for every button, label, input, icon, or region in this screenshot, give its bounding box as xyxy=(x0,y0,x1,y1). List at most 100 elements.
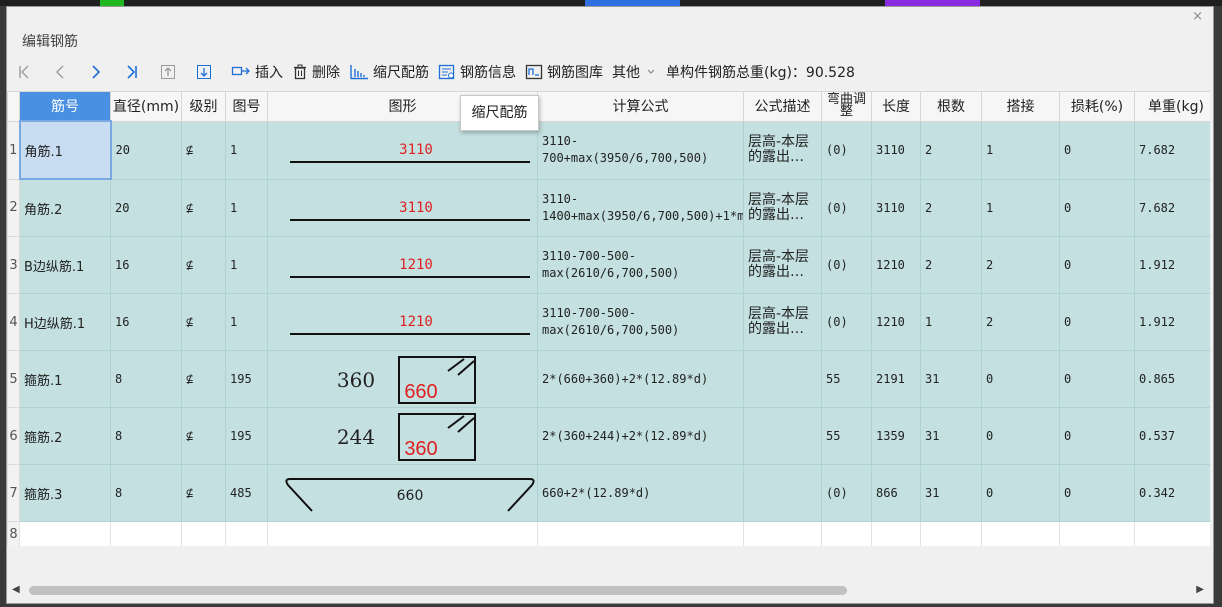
loss-cell[interactable]: 0 xyxy=(1059,464,1135,522)
table-row[interactable]: 2 角筋.2 20 ⊈ 1 3110 3110-1400+max(3950/6,… xyxy=(7,178,1210,237)
header-cell[interactable]: 直径(mm) xyxy=(110,91,182,122)
lap-cell[interactable]: 2 xyxy=(981,236,1060,294)
grade-cell[interactable]: ⊈ xyxy=(181,236,226,294)
loss-cell[interactable]: 0 xyxy=(1059,236,1135,294)
length-cell[interactable]: 1210 xyxy=(871,236,921,294)
formula-cell[interactable]: 3110-700-500-max(2610/6,700,500) xyxy=(537,236,744,294)
table-row[interactable]: 6 箍筋.2 8 ⊈ 195 244 360 2*(360+244)+2*(12… xyxy=(7,407,1210,465)
rebar-name-cell[interactable]: 箍筋.2 xyxy=(19,407,111,465)
rebar-name-cell[interactable]: 角筋.1 xyxy=(18,120,112,180)
table-row[interactable]: 7 箍筋.3 8 ⊈ 485 660 660+2*(12.89*d) (0) 8… xyxy=(7,464,1210,522)
scroll-right-icon[interactable]: ▶ xyxy=(1196,584,1204,595)
length-cell[interactable]: 866 xyxy=(871,464,921,522)
header-cell[interactable]: 损耗(%) xyxy=(1059,91,1135,122)
figure-number-cell[interactable]: 485 xyxy=(225,464,268,522)
formula-description-cell[interactable] xyxy=(743,350,822,408)
shape-cell[interactable]: 360 660 xyxy=(267,350,538,408)
formula-cell[interactable]: 3110-700-500-max(2610/6,700,500) xyxy=(537,293,744,351)
rebar-library-button[interactable]: 钢筋图库 xyxy=(525,62,603,82)
move-down-button[interactable] xyxy=(195,64,217,80)
empty-cell[interactable] xyxy=(1059,521,1135,546)
table-row[interactable]: 5 箍筋.1 8 ⊈ 195 360 660 2*(660+360)+2*(12… xyxy=(7,350,1210,408)
first-record-button[interactable] xyxy=(15,64,37,80)
diameter-cell[interactable]: 16 xyxy=(110,293,182,351)
figure-number-cell[interactable]: 1 xyxy=(225,293,268,351)
length-cell[interactable]: 1359 xyxy=(871,407,921,465)
lap-cell[interactable]: 0 xyxy=(981,464,1060,522)
lap-cell[interactable]: 0 xyxy=(981,407,1060,465)
empty-cell[interactable] xyxy=(821,521,872,546)
bend-adjust-cell[interactable]: (0) xyxy=(821,178,872,237)
delete-button[interactable]: 删除 xyxy=(292,62,340,82)
loss-cell[interactable]: 0 xyxy=(1059,120,1135,180)
unit-weight-cell[interactable]: 0.342 xyxy=(1134,464,1210,522)
rebar-info-button[interactable]: 钢筋信息 xyxy=(438,62,516,82)
table-row[interactable]: 1 角筋.1 20 ⊈ 1 3110 3110-700+max(3950/6,7… xyxy=(7,120,1210,180)
last-record-button[interactable] xyxy=(123,64,145,80)
length-cell[interactable]: 2191 xyxy=(871,350,921,408)
figure-number-cell[interactable]: 195 xyxy=(225,350,268,408)
lap-cell[interactable]: 0 xyxy=(981,350,1060,408)
next-record-button[interactable] xyxy=(87,64,109,80)
count-cell[interactable]: 31 xyxy=(920,407,982,465)
length-cell[interactable]: 3110 xyxy=(871,178,921,237)
header-cell[interactable]: 图号 xyxy=(225,91,268,122)
figure-number-cell[interactable]: 1 xyxy=(225,178,268,237)
unit-weight-cell[interactable]: 1.912 xyxy=(1134,236,1210,294)
loss-cell[interactable]: 0 xyxy=(1059,407,1135,465)
shape-cell[interactable]: 3110 xyxy=(267,178,538,237)
formula-description-cell[interactable] xyxy=(743,464,822,522)
figure-number-cell[interactable]: 1 xyxy=(225,120,268,180)
bend-adjust-cell[interactable]: (0) xyxy=(821,236,872,294)
figure-number-cell[interactable]: 1 xyxy=(225,236,268,294)
formula-description-cell[interactable]: 层高-本层的露出… xyxy=(743,120,822,180)
formula-cell[interactable]: 660+2*(12.89*d) xyxy=(537,464,744,522)
formula-cell[interactable]: 2*(660+360)+2*(12.89*d) xyxy=(537,350,744,408)
count-cell[interactable]: 1 xyxy=(920,293,982,351)
bend-adjust-cell[interactable]: 55 xyxy=(821,350,872,408)
empty-cell[interactable] xyxy=(267,521,538,546)
header-cell[interactable]: 计算公式 xyxy=(537,91,744,122)
empty-cell[interactable] xyxy=(871,521,921,546)
header-cell[interactable]: 级别 xyxy=(181,91,226,122)
scroll-left-icon[interactable]: ◀ xyxy=(12,584,20,595)
empty-cell[interactable] xyxy=(110,521,182,546)
table-row-empty[interactable]: 8 xyxy=(7,521,1210,546)
empty-cell[interactable] xyxy=(743,521,822,546)
header-cell[interactable]: 搭接 xyxy=(981,91,1060,122)
lap-cell[interactable]: 2 xyxy=(981,293,1060,351)
empty-cell[interactable] xyxy=(920,521,982,546)
unit-weight-cell[interactable]: 7.682 xyxy=(1134,178,1210,237)
shape-cell[interactable]: 1210 xyxy=(267,293,538,351)
length-cell[interactable]: 3110 xyxy=(871,120,921,180)
formula-description-cell[interactable]: 层高-本层的露出… xyxy=(743,236,822,294)
loss-cell[interactable]: 0 xyxy=(1059,350,1135,408)
grade-cell[interactable]: ⊈ xyxy=(181,120,226,180)
formula-description-cell[interactable]: 层高-本层的露出… xyxy=(743,293,822,351)
bend-adjust-cell[interactable]: (0) xyxy=(821,293,872,351)
count-cell[interactable]: 2 xyxy=(920,236,982,294)
grade-cell[interactable]: ⊈ xyxy=(181,464,226,522)
header-cell[interactable]: 根数 xyxy=(920,91,982,122)
rebar-name-cell[interactable]: H边纵筋.1 xyxy=(19,293,111,351)
lap-cell[interactable]: 1 xyxy=(981,120,1060,180)
table-row[interactable]: 3 B边纵筋.1 16 ⊈ 1 1210 3110-700-500-max(26… xyxy=(7,236,1210,294)
empty-cell[interactable] xyxy=(19,521,111,546)
loss-cell[interactable]: 0 xyxy=(1059,293,1135,351)
shape-cell[interactable]: 1210 xyxy=(267,236,538,294)
other-menu-button[interactable]: 其他 xyxy=(612,62,657,82)
header-cell[interactable]: 单重(kg) xyxy=(1134,91,1210,122)
diameter-cell[interactable]: 8 xyxy=(110,350,182,408)
header-cell[interactable]: 公式描述 xyxy=(743,91,822,122)
formula-cell[interactable]: 3110-700+max(3950/6,700,500) xyxy=(537,120,744,180)
unit-weight-cell[interactable]: 1.912 xyxy=(1134,293,1210,351)
insert-button[interactable]: 插入 xyxy=(231,62,283,82)
formula-description-cell[interactable] xyxy=(743,407,822,465)
scale-rebar-button[interactable]: 缩尺配筋 xyxy=(349,62,429,82)
count-cell[interactable]: 31 xyxy=(920,464,982,522)
unit-weight-cell[interactable]: 0.865 xyxy=(1134,350,1210,408)
grade-cell[interactable]: ⊈ xyxy=(181,178,226,237)
bend-adjust-cell[interactable]: (0) xyxy=(821,464,872,522)
formula-cell[interactable]: 2*(360+244)+2*(12.89*d) xyxy=(537,407,744,465)
rebar-name-cell[interactable]: 箍筋.3 xyxy=(19,464,111,522)
